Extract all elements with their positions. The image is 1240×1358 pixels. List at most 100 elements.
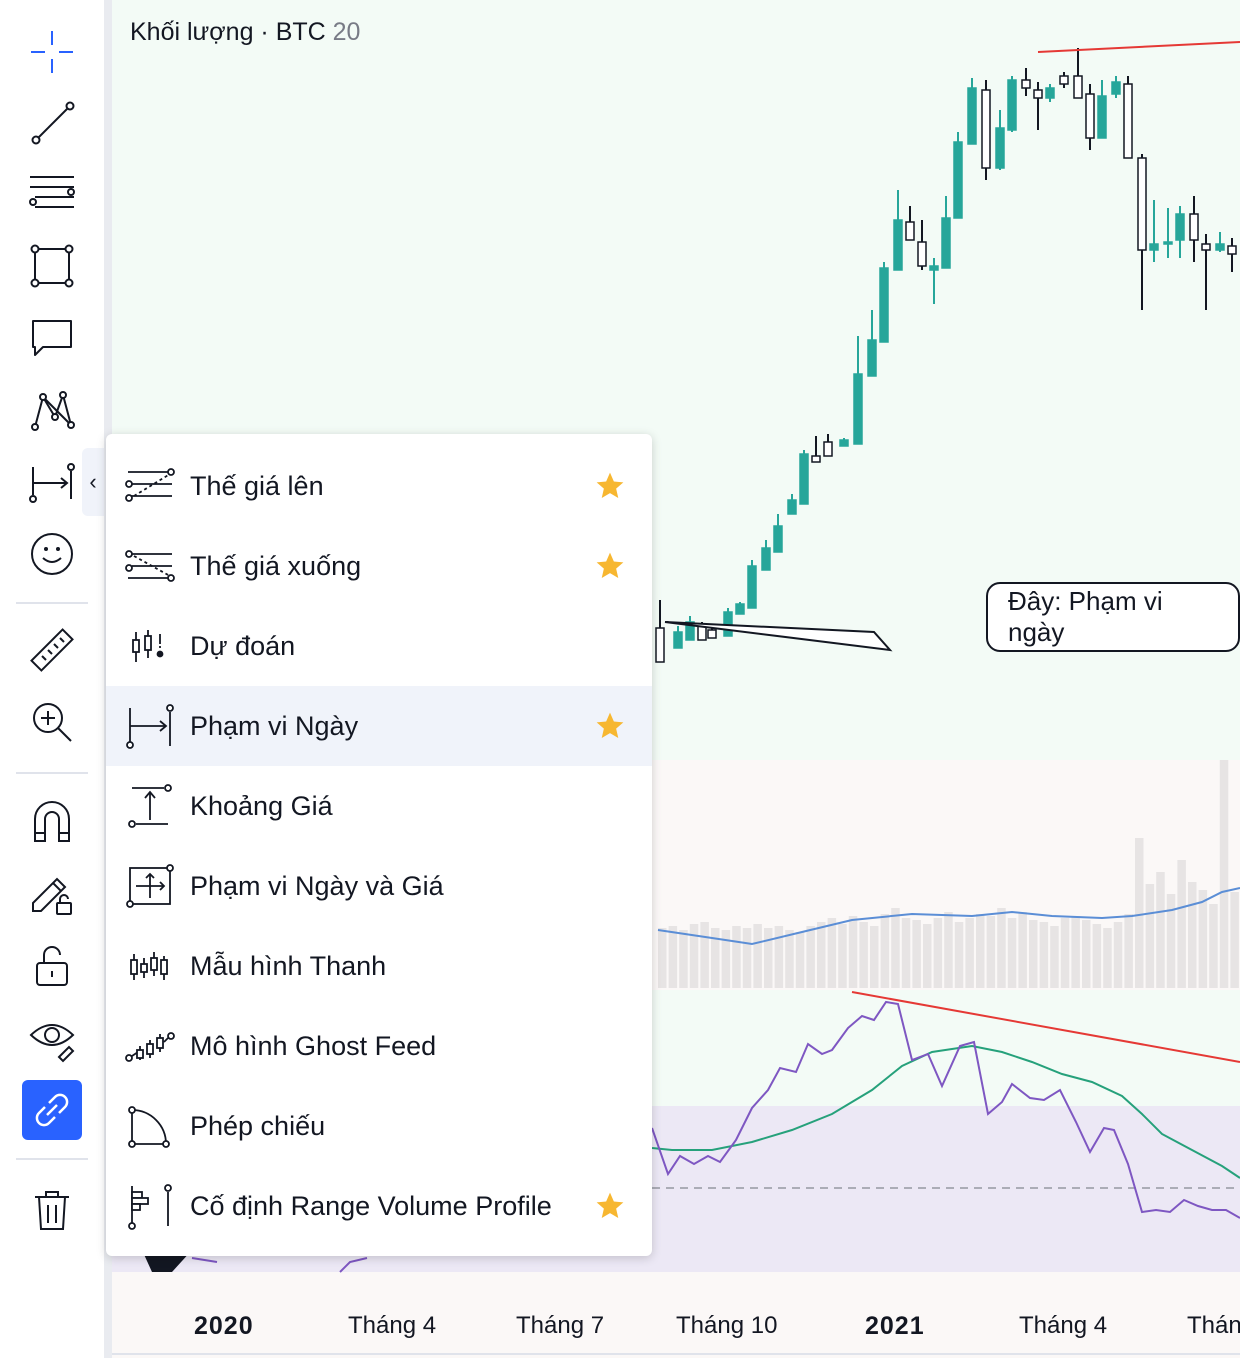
candle-body bbox=[879, 267, 889, 343]
menu-item-price-range[interactable]: Khoảng Giá bbox=[106, 766, 652, 846]
callout-annotation[interactable]: Đây: Phạm vi ngày bbox=[986, 582, 1240, 652]
volume-legend[interactable]: Khối lượng · BTC 20 bbox=[130, 18, 360, 47]
candle-body bbox=[1045, 87, 1055, 99]
volume-bar bbox=[732, 926, 741, 988]
pencil-lock-icon bbox=[32, 877, 72, 915]
candle-body bbox=[839, 439, 849, 447]
time-axis-label: Thán bbox=[1187, 1312, 1240, 1339]
toolbar-divider bbox=[16, 602, 88, 604]
toolbar-divider bbox=[16, 1158, 88, 1160]
volume-bar bbox=[668, 926, 678, 988]
candle-body bbox=[1033, 89, 1043, 99]
fixed-range-volume-profile-icon bbox=[128, 1184, 172, 1230]
volume-bar bbox=[859, 922, 868, 988]
candle-body bbox=[1163, 241, 1173, 245]
expand-arrow-button[interactable]: ‹ bbox=[82, 448, 104, 516]
date-range-tool-button[interactable] bbox=[22, 452, 82, 512]
volume-bar bbox=[1060, 918, 1070, 988]
sync-drawings-button[interactable] bbox=[22, 1080, 82, 1140]
menu-item-label: Phép chiếu bbox=[190, 1110, 326, 1141]
menu-item-ghost-feed[interactable]: Mô hình Ghost Feed bbox=[106, 1006, 652, 1086]
candle-body bbox=[1201, 243, 1211, 251]
zoom-in-tool-button[interactable] bbox=[22, 692, 82, 752]
volume-bar bbox=[817, 922, 826, 988]
remove-drawings-button[interactable] bbox=[22, 1180, 82, 1240]
fib-levels-icon bbox=[29, 176, 75, 208]
volume-bar bbox=[1039, 922, 1049, 988]
favorite-star-icon[interactable] bbox=[594, 1190, 626, 1222]
favorite-star-icon[interactable] bbox=[594, 710, 626, 742]
candle-body bbox=[1215, 243, 1225, 251]
text-note-icon bbox=[32, 320, 72, 356]
magnet-icon bbox=[34, 801, 70, 842]
candle-body bbox=[917, 241, 927, 267]
forecast-icon bbox=[132, 630, 164, 662]
toolbar-divider bbox=[16, 772, 88, 774]
volume-bar bbox=[1071, 916, 1080, 988]
candle-body bbox=[1227, 245, 1237, 255]
candle-body bbox=[811, 455, 821, 463]
menu-item-date-range[interactable]: Phạm vi Ngày bbox=[106, 686, 652, 766]
volume-bar bbox=[700, 922, 709, 988]
volume-bar bbox=[838, 924, 847, 988]
emoji-tool-button[interactable] bbox=[22, 524, 82, 584]
candle-body bbox=[1021, 79, 1031, 89]
favorite-star-icon[interactable] bbox=[594, 470, 626, 502]
volume-bar bbox=[1124, 914, 1133, 988]
ghost-feed-icon bbox=[125, 1032, 175, 1062]
drawing-toolbar: ‹ bbox=[0, 0, 104, 1358]
volume-bar bbox=[1166, 894, 1176, 988]
fib-levels-tool-button[interactable] bbox=[22, 162, 82, 222]
volume-bar bbox=[848, 916, 858, 988]
menu-item-bull-trend[interactable]: Thế giá lên bbox=[106, 446, 652, 526]
date-range-icon bbox=[126, 704, 174, 749]
candle-body bbox=[953, 141, 963, 219]
time-axis-label: 2021 bbox=[865, 1312, 925, 1340]
text-note-tool-button[interactable] bbox=[22, 308, 82, 368]
menu-item-label: Thế giá lên bbox=[190, 470, 324, 501]
volume-bar bbox=[1135, 838, 1144, 988]
chevron-left-icon: ‹ bbox=[89, 469, 97, 494]
menu-item-bear-trend[interactable]: Thế giá xuống bbox=[106, 526, 652, 606]
rectangle-icon bbox=[30, 244, 74, 288]
menu-item-forecast[interactable]: Dự đoán bbox=[106, 606, 652, 686]
callout-text: Đây: Phạm vi ngày bbox=[1008, 586, 1163, 647]
volume-bar bbox=[1230, 892, 1239, 988]
candle-body bbox=[893, 219, 903, 271]
lock-all-button[interactable] bbox=[22, 936, 82, 996]
menu-item-date-price-range[interactable]: Phạm vi Ngày và Giá bbox=[106, 846, 652, 926]
volume-bar bbox=[933, 918, 943, 988]
menu-item-label: Mẫu hình Thanh bbox=[190, 950, 387, 981]
volume-bar bbox=[774, 926, 784, 988]
volume-bar bbox=[965, 918, 974, 988]
candle-body bbox=[799, 453, 809, 505]
zoom-in-icon bbox=[33, 703, 72, 742]
volume-bar bbox=[880, 914, 890, 988]
volume-bar bbox=[870, 926, 879, 988]
pattern-tool-button[interactable] bbox=[22, 380, 82, 440]
volume-bar bbox=[944, 912, 953, 988]
volume-bar bbox=[1177, 860, 1186, 988]
hide-drawings-button[interactable] bbox=[22, 1008, 82, 1068]
crosshair-tool-button[interactable] bbox=[22, 22, 82, 82]
menu-item-projection[interactable]: Phép chiếu bbox=[106, 1086, 652, 1166]
candle-body bbox=[787, 499, 797, 515]
volume-bar bbox=[753, 924, 762, 988]
candle-body bbox=[1123, 83, 1133, 159]
magnet-mode-button[interactable] bbox=[22, 792, 82, 852]
favorite-star-icon[interactable] bbox=[594, 550, 626, 582]
volume-bar bbox=[742, 928, 752, 988]
ruler-icon bbox=[30, 628, 74, 672]
trend-line-tool-button[interactable] bbox=[22, 92, 82, 152]
measure-tool-button[interactable] bbox=[22, 620, 82, 680]
volume-bar bbox=[1092, 924, 1102, 988]
lock-drawings-button[interactable] bbox=[22, 862, 82, 922]
menu-item-bars-pattern[interactable]: Mẫu hình Thanh bbox=[106, 926, 652, 1006]
pattern-icon bbox=[31, 391, 75, 431]
rectangle-tool-button[interactable] bbox=[22, 236, 82, 296]
emoji-icon bbox=[31, 533, 73, 575]
menu-item-fixed-range-volume-profile[interactable]: Cố định Range Volume Profile bbox=[106, 1166, 652, 1246]
volume-bar bbox=[1219, 760, 1229, 988]
candle-body bbox=[967, 87, 977, 145]
volume-bar bbox=[806, 926, 815, 988]
